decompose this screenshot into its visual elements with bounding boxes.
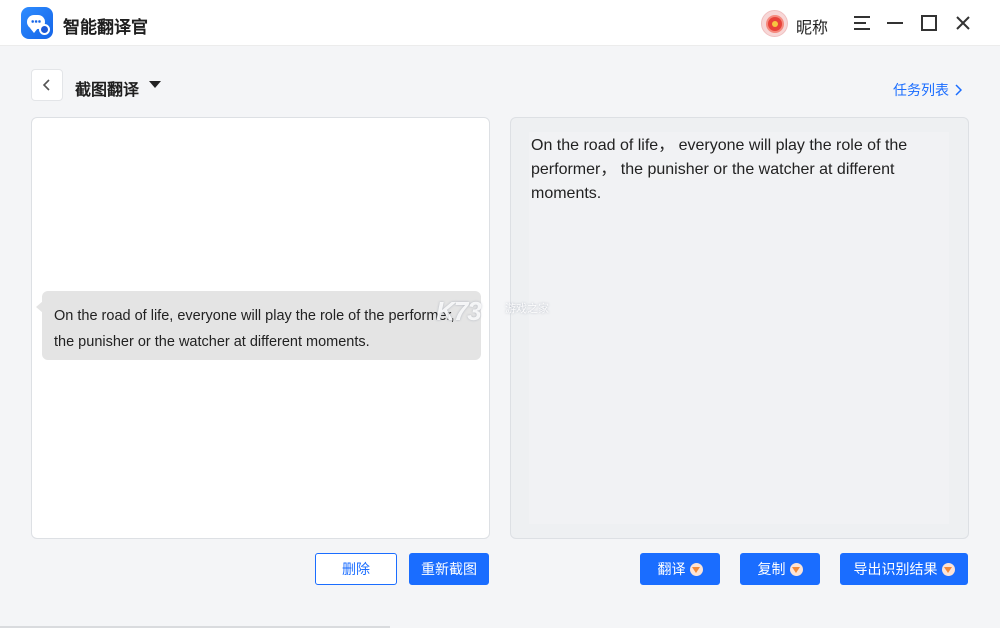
vip-gem-icon	[941, 562, 955, 576]
translate-button[interactable]: 翻译	[640, 553, 720, 585]
mode-title[interactable]: 截图翻译	[75, 76, 139, 100]
delete-button-label: 删除	[342, 561, 370, 577]
app-logo-icon	[21, 7, 53, 39]
user-nickname[interactable]: 昵称	[796, 14, 828, 38]
delete-button[interactable]: 删除	[315, 553, 397, 585]
screenshot-image: On the road of life, everyone will play …	[36, 291, 481, 360]
title-bar: 智能翻译官 昵称	[0, 0, 1000, 46]
menu-icon[interactable]	[850, 11, 874, 35]
vip-gem-icon	[789, 562, 803, 576]
minimize-icon[interactable]	[883, 11, 907, 35]
task-list-link[interactable]: 任务列表	[893, 80, 962, 100]
chevron-left-icon	[42, 79, 50, 91]
vip-gem-icon	[689, 562, 703, 576]
screenshot-panel: On the road of life, everyone will play …	[31, 117, 490, 539]
maximize-icon[interactable]	[917, 11, 941, 35]
result-text[interactable]: On the road of life， everyone will play …	[531, 134, 951, 206]
chevron-right-icon	[955, 84, 962, 96]
recapture-button[interactable]: 重新截图	[409, 553, 489, 585]
app-title: 智能翻译官	[63, 18, 148, 37]
result-panel: On the road of life， everyone will play …	[510, 117, 969, 539]
caret-down-icon[interactable]	[149, 81, 161, 88]
task-list-label: 任务列表	[893, 82, 949, 98]
export-button-label: 导出识别结果	[853, 561, 938, 577]
recapture-button-label: 重新截图	[421, 561, 477, 577]
copy-button[interactable]: 复制	[740, 553, 820, 585]
back-button[interactable]	[31, 69, 63, 101]
watermark-subtext: 游戏之家	[505, 303, 549, 315]
watermark-logo: K73	[436, 296, 482, 326]
translate-button-label: 翻译	[657, 561, 686, 577]
screenshot-text: On the road of life, everyone will play …	[54, 308, 455, 350]
copy-button-label: 复制	[757, 561, 786, 577]
export-button[interactable]: 导出识别结果	[840, 553, 968, 585]
avatar[interactable]	[761, 10, 788, 37]
close-icon[interactable]	[951, 11, 975, 35]
